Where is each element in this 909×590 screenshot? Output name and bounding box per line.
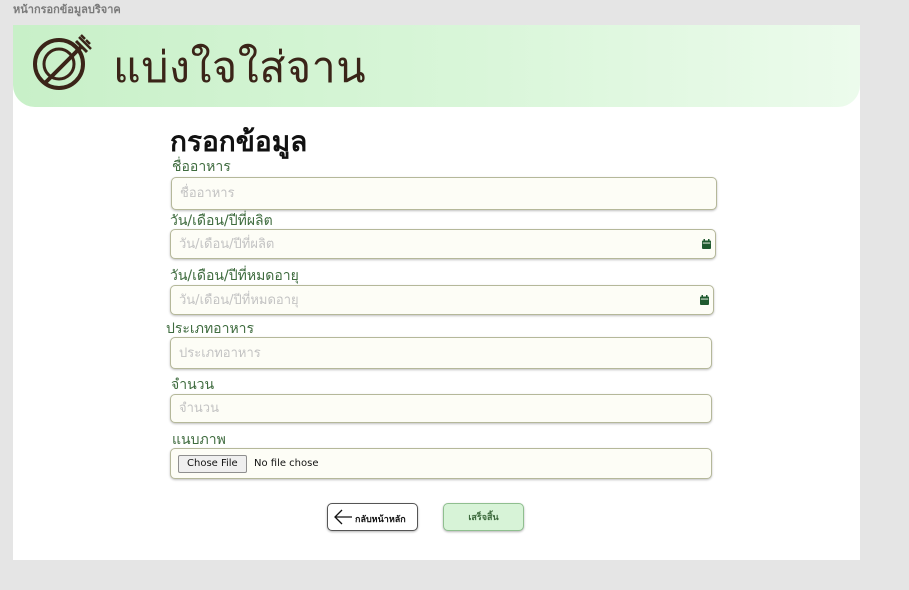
plate-fork-icon xyxy=(33,34,92,90)
food-type-input[interactable] xyxy=(171,338,711,368)
food-name-input[interactable] xyxy=(172,178,716,209)
expiry-date-input[interactable] xyxy=(171,286,713,314)
frame-label: หน้ากรอกข้อมูลบริจาค xyxy=(13,3,121,16)
file-status-text: No file chose xyxy=(254,458,319,469)
choose-file-button[interactable]: Chose File xyxy=(178,455,247,473)
file-upload-field: Chose File No file chose xyxy=(170,448,712,479)
quantity-label: จำนวน xyxy=(171,377,215,393)
quantity-field xyxy=(170,394,712,423)
quantity-input[interactable] xyxy=(171,395,711,422)
expiry-date-label: วัน/เดือน/ปีที่หมดอายุ xyxy=(170,268,299,284)
arrow-left-icon xyxy=(334,509,352,525)
production-date-input[interactable] xyxy=(171,230,715,258)
done-button[interactable]: เสร็จสิ้น xyxy=(443,503,524,531)
calendar-icon[interactable] xyxy=(702,239,711,249)
food-name-label: ชื่ออาหาร xyxy=(172,159,231,175)
back-button-label: กลับหน้าหลัก xyxy=(355,515,406,525)
calendar-icon[interactable] xyxy=(700,295,709,305)
food-type-field xyxy=(170,337,712,369)
back-to-home-button[interactable]: กลับหน้าหลัก xyxy=(327,503,418,531)
header-banner: แบ่งใจใส่จาน xyxy=(13,25,860,107)
food-name-field xyxy=(171,177,717,210)
expiry-date-field xyxy=(170,285,714,315)
production-date-field xyxy=(170,229,716,259)
brand-title: แบ่งใจใส่จาน xyxy=(113,43,367,93)
